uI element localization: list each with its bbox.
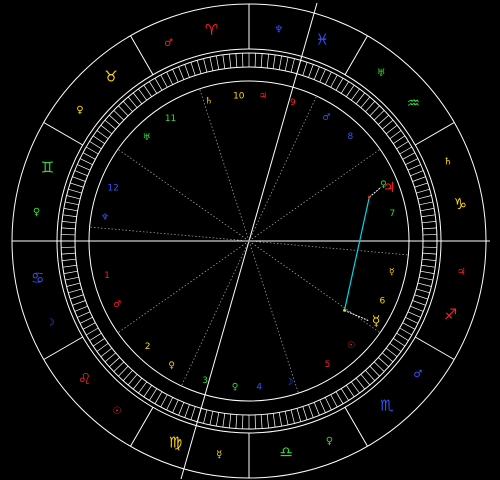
house-glyph-icon: ♂	[322, 113, 330, 123]
zodiac-sign-scorpio-icon: ♏	[380, 396, 394, 414]
house-number: 6	[380, 296, 386, 306]
ruler-taurus-icon: ♀	[76, 105, 83, 116]
zodiac-sign-virgo-icon: ♍	[169, 434, 182, 452]
house-number: 9	[290, 98, 296, 108]
zodiac-sign-libra-icon: ♎	[280, 443, 293, 461]
house-number: 2	[145, 342, 151, 352]
ruler-capricorn-icon: ♄	[443, 157, 452, 168]
ruler-leo-icon: ☉	[112, 406, 121, 417]
ruler-cancer-icon: ☽	[46, 317, 55, 328]
zodiac-sign-taurus-icon: ♉	[104, 68, 117, 86]
house-glyph-icon: ♃	[259, 92, 267, 102]
zodiac-sign-cancer-icon: ♋	[31, 269, 44, 287]
house-glyph-icon: ♀	[168, 361, 175, 371]
ruler-gemini-icon: ♀	[33, 207, 40, 218]
planet-mercury-icon: ☿	[372, 313, 381, 329]
zodiac-sign-capricorn-icon: ♑	[454, 195, 467, 213]
zodiac-sign-gemini-icon: ♊	[41, 159, 54, 177]
house-glyph-icon: ♅	[143, 133, 151, 143]
ruler-aries-icon: ♂	[164, 38, 173, 49]
house-number: 10	[233, 91, 245, 101]
ruler-sagittarius-icon: ♃	[457, 267, 466, 278]
zodiac-sign-aquarius-icon: ♒	[407, 94, 420, 112]
house-number: 12	[107, 183, 118, 193]
ruler-libra-icon: ♀	[326, 436, 333, 447]
planet-position-dot	[343, 308, 346, 312]
house-number: 8	[348, 132, 354, 142]
house-glyph-icon: ☽	[285, 377, 293, 387]
house-glyph-icon: ♆	[101, 213, 109, 223]
house-glyph-icon: ☿	[389, 267, 395, 277]
ruler-aquarius-icon: ♅	[377, 68, 386, 79]
house-number: 1	[104, 271, 110, 281]
ruler-scorpio-icon: ♂	[414, 369, 423, 380]
planet-jupiter-icon: ♃	[383, 180, 396, 196]
house-number: 3	[202, 376, 208, 386]
ruler-pisces-icon: ♆	[274, 25, 283, 36]
house-number: 7	[389, 209, 395, 219]
astrology-chart-wheel: ♋☽♌☉♍☿ ♎♀♏♂♐♃♑♄♒♅♓♆♈♂♉♀♊♀ 1♂2♀3♀ 4☽5☉6☿7♀8…	[0, 0, 500, 480]
house-glyph-icon: ☉	[347, 341, 355, 351]
zodiac-sign-pisces-icon: ♓	[316, 30, 329, 48]
house-glyph-icon: ♄	[205, 97, 213, 107]
house-glyph-icon: ♂	[113, 300, 121, 310]
house-number: 4	[256, 383, 262, 393]
house-glyph-icon: ♀	[232, 382, 239, 392]
zodiac-sign-sagittarius-icon: ♐	[444, 305, 457, 323]
house-number: 11	[165, 114, 176, 124]
zodiac-sign-leo-icon: ♌	[78, 370, 91, 388]
house-number: 5	[325, 360, 331, 370]
planet-position-dot	[367, 195, 371, 199]
zodiac-sign-aries-icon: ♈	[205, 21, 218, 39]
ruler-virgo-icon: ☿	[216, 449, 222, 460]
